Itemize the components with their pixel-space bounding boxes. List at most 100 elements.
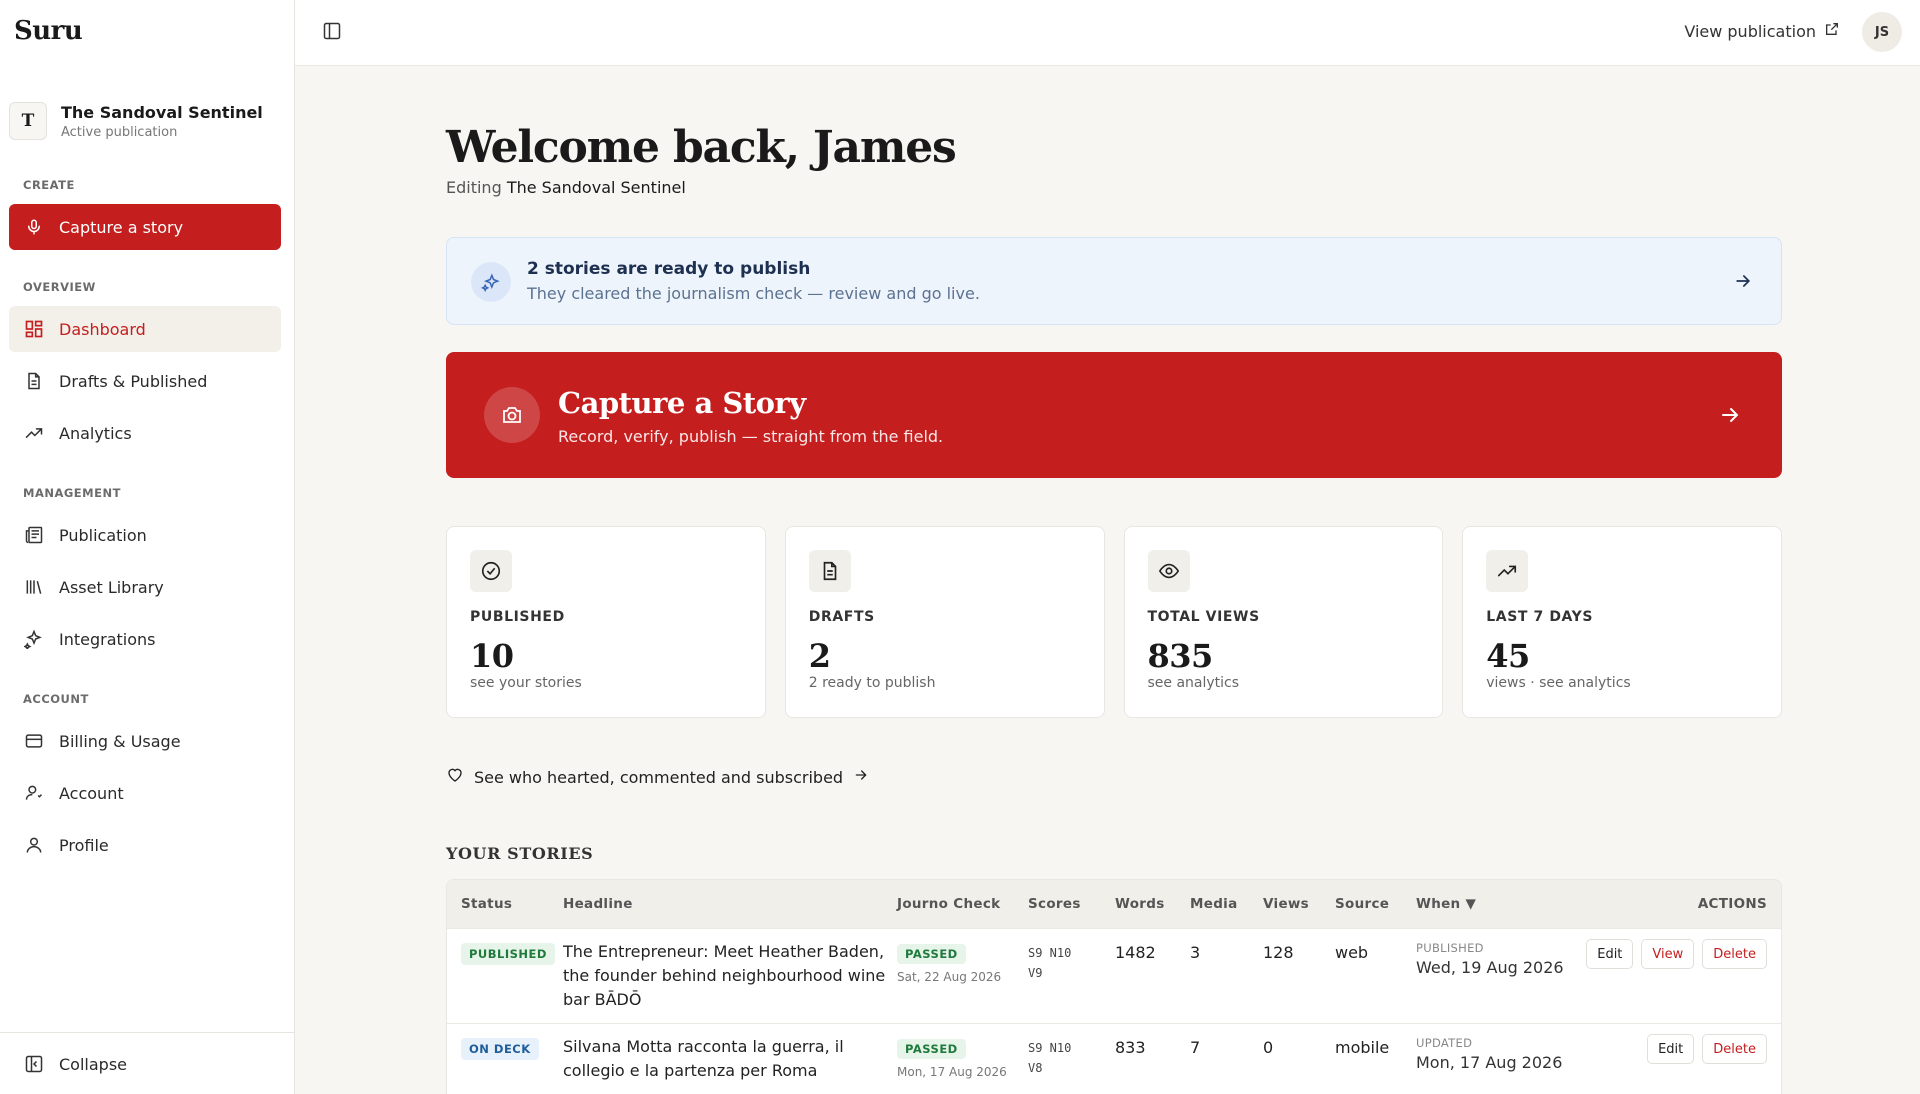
- sidebar-item-drafts-published[interactable]: Drafts & Published: [9, 358, 281, 404]
- view-publication-label: View publication: [1684, 21, 1816, 41]
- stats-row: PUBLISHED 10 see your stories DRAFTS 2 2…: [446, 526, 1782, 718]
- sidebar-footer: Collapse: [0, 1032, 295, 1094]
- sidebar-item-profile[interactable]: Profile: [9, 822, 281, 868]
- heart-icon: [446, 766, 464, 788]
- trending-icon: [1486, 550, 1529, 592]
- sidebar-item-dashboard[interactable]: Dashboard: [9, 306, 281, 352]
- user-icon: [23, 834, 45, 856]
- stat-value: 45: [1486, 637, 1530, 675]
- ready-banner-subtitle: They cleared the journalism check — revi…: [527, 284, 980, 303]
- stat-sub: 2 ready to publish: [808, 675, 936, 691]
- when-date: Mon, 17 Aug 2026: [1416, 1053, 1563, 1072]
- sidebar: Suru T The Sandoval Sentinel Active publ…: [0, 0, 295, 1094]
- column-header[interactable]: Scores: [1028, 896, 1115, 912]
- column-header[interactable]: Status: [447, 896, 563, 912]
- sidebar-item-label: Drafts & Published: [59, 371, 208, 391]
- document-icon: [23, 370, 45, 392]
- sidebar-item-label: Asset Library: [59, 577, 164, 597]
- column-header[interactable]: Source: [1335, 896, 1416, 912]
- stat-value: 10: [470, 637, 514, 675]
- arrow-right-icon: [853, 767, 869, 787]
- check-circle-icon: [470, 550, 512, 592]
- ready-to-publish-banner[interactable]: 2 stories are ready to publish They clea…: [446, 237, 1782, 325]
- word-count: 1482: [1115, 943, 1156, 962]
- sparkles-icon: [471, 262, 511, 302]
- media-count: 3: [1190, 943, 1201, 962]
- status-badge: ON DECK: [461, 1038, 539, 1060]
- hero-title: Capture a Story: [558, 386, 806, 420]
- stat-card-published[interactable]: PUBLISHED 10 see your stories: [446, 526, 766, 718]
- story-headline[interactable]: Silvana Motta racconta la guerra, il col…: [563, 1035, 897, 1083]
- publication-switcher[interactable]: T The Sandoval Sentinel Active publicati…: [9, 98, 279, 144]
- sidebar-item-account[interactable]: Account: [9, 770, 281, 816]
- edit-button[interactable]: Edit: [1586, 939, 1634, 969]
- dashboard-icon: [23, 318, 45, 340]
- section-label-account: ACCOUNT: [23, 692, 89, 706]
- stat-card-total-views[interactable]: TOTAL VIEWS 835 see analytics: [1123, 526, 1444, 718]
- source: web: [1335, 943, 1369, 962]
- user-settings-icon: [23, 782, 45, 804]
- scores-line: V8: [1028, 1061, 1043, 1075]
- sidebar-item-label: Publication: [59, 525, 147, 545]
- delete-button[interactable]: Delete: [1702, 939, 1767, 969]
- column-header[interactable]: Media: [1190, 896, 1263, 912]
- section-label-management: MANAGEMENT: [23, 486, 121, 500]
- document-icon: [808, 550, 851, 592]
- sidebar-item-integrations[interactable]: Integrations: [9, 616, 281, 662]
- section-label-create: CREATE: [23, 178, 75, 192]
- stat-card-drafts[interactable]: DRAFTS 2 2 ready to publish: [784, 526, 1105, 718]
- engagement-link[interactable]: See who hearted, commented and subscribe…: [446, 766, 869, 788]
- journo-check-date: Sat, 22 Aug 2026: [897, 970, 1002, 984]
- scores-line: S9 N10: [1028, 1041, 1072, 1055]
- stat-label: LAST 7 DAYS: [1486, 609, 1594, 625]
- word-count: 833: [1115, 1038, 1146, 1057]
- collapse-sidebar-button[interactable]: Collapse: [9, 1041, 281, 1087]
- stat-value: 2: [808, 637, 831, 675]
- sidebar-item-asset-library[interactable]: Asset Library: [9, 564, 281, 610]
- collapse-label: Collapse: [59, 1054, 127, 1074]
- trending-icon: [23, 422, 45, 444]
- story-headline[interactable]: The Entrepreneur: Meet Heather Baden, th…: [563, 940, 897, 1012]
- page-title: Welcome back, James: [446, 122, 957, 173]
- stat-sub: see your stories: [470, 675, 582, 691]
- external-link-icon: [1824, 21, 1840, 41]
- capture-story-button[interactable]: Capture a story: [9, 204, 281, 250]
- column-header[interactable]: Words: [1115, 896, 1190, 912]
- stat-label: DRAFTS: [808, 609, 875, 625]
- user-avatar[interactable]: JS: [1862, 12, 1902, 52]
- status-badge: PUBLISHED: [461, 943, 555, 965]
- app-logo[interactable]: Suru: [14, 16, 83, 46]
- sidebar-item-publication[interactable]: Publication: [9, 512, 281, 558]
- stat-card-last-7-days[interactable]: LAST 7 DAYS 45 views · see analytics: [1462, 526, 1782, 718]
- editing-context: Editing The Sandoval Sentinel: [446, 178, 686, 197]
- column-header[interactable]: Headline: [563, 896, 897, 912]
- stories-heading: YOUR STORIES: [446, 844, 594, 863]
- credit-card-icon: [23, 730, 45, 752]
- sidebar-item-label: Billing & Usage: [59, 731, 181, 751]
- column-header[interactable]: Views: [1263, 896, 1335, 912]
- table-row: PUBLISHED The Entrepreneur: Meet Heather…: [447, 928, 1781, 1023]
- sidebar-item-analytics[interactable]: Analytics: [9, 410, 281, 456]
- scores-line: V9: [1028, 966, 1043, 980]
- publication-status: Active publication: [61, 124, 178, 140]
- column-header: ACTIONS: [1697, 896, 1767, 912]
- editing-prefix: Editing: [446, 178, 502, 197]
- source: mobile: [1335, 1038, 1390, 1057]
- column-header-sorted[interactable]: When ▼: [1416, 896, 1568, 912]
- arrow-right-icon: [1718, 403, 1742, 431]
- table-header: Status Headline Journo Check Scores Word…: [447, 880, 1781, 928]
- delete-button[interactable]: Delete: [1702, 1034, 1767, 1064]
- sidebar-toggle-icon[interactable]: [322, 21, 344, 43]
- journo-check-date: Mon, 17 Aug 2026: [897, 1065, 1007, 1079]
- edit-button[interactable]: Edit: [1647, 1034, 1695, 1064]
- eye-icon: [1147, 550, 1190, 592]
- capture-story-label: Capture a story: [59, 217, 184, 237]
- view-publication-link[interactable]: View publication: [1684, 21, 1840, 41]
- stat-sub: views · see analytics: [1486, 675, 1631, 691]
- sidebar-item-billing[interactable]: Billing & Usage: [9, 718, 281, 764]
- capture-story-hero[interactable]: Capture a Story Record, verify, publish …: [446, 352, 1782, 478]
- editing-publication-name: The Sandoval Sentinel: [506, 178, 686, 197]
- column-header[interactable]: Journo Check: [897, 896, 1028, 912]
- view-button[interactable]: View: [1641, 939, 1695, 969]
- section-label-overview: OVERVIEW: [23, 280, 96, 294]
